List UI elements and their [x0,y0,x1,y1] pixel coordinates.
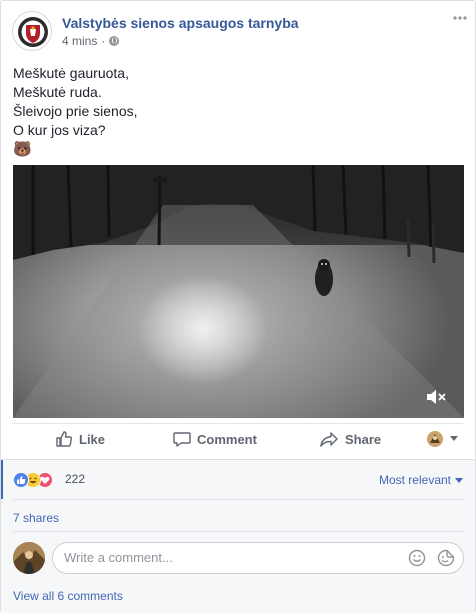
share-label: Share [345,431,382,447]
emoji-icon[interactable] [408,549,426,567]
speaker-muted-icon[interactable] [426,388,448,406]
share-button[interactable]: Share [319,430,381,448]
facebook-post: Valstybės sienos apsaugos tarnyba 4 mins… [0,0,476,613]
chevron-down-icon [450,436,458,441]
like-label: Like [79,431,106,447]
comment-button[interactable]: Comment [173,430,257,448]
action-bar: Like Comment Share [13,423,464,455]
comment-input[interactable] [64,550,394,565]
post-text-line: Šleivojo prie sienos, [13,103,138,119]
sort-label: Most relevant [378,473,451,487]
comment-box [52,542,464,574]
post-text-line: O kur jos viza? [13,122,106,138]
post-text: Meškutė gauruota, Meškutė ruda. Šleivojo… [13,64,465,160]
bear-emoji: 🐻 [13,141,32,158]
reactions-row: 222 Most relevant [13,470,465,490]
post-meta: 4 mins · [62,34,120,48]
more-dots-icon[interactable] [453,11,467,21]
comment-bubble-icon [173,432,191,447]
post-footer: 222 Most relevant 7 shares Write a comme… [1,459,475,613]
reaction-count[interactable]: 222 [65,472,85,486]
profile-thumbnail-icon [427,431,443,447]
post-text-line: Meškutė gauruota, [13,65,129,81]
video-frame [13,165,464,418]
post-as-selector[interactable] [426,430,458,448]
divider [13,499,465,500]
meta-separator: · [101,34,106,48]
focus-accent-bar [1,460,3,499]
like-reaction-icon[interactable] [13,472,29,488]
chevron-down-icon [455,477,463,483]
page-avatar[interactable] [12,11,52,51]
comment-label: Comment [197,431,257,447]
share-arrow-icon [320,432,338,447]
shares-link[interactable]: 7 shares [13,511,59,525]
globe-icon[interactable] [109,36,120,46]
view-all-comments-link[interactable]: View all 6 comments [13,589,123,603]
like-button[interactable]: Like [55,430,105,448]
post-video[interactable] [13,165,464,418]
page-name-link[interactable]: Valstybės sienos apsaugos tarnyba [62,15,299,31]
post-text-line: Meškutė ruda. [13,84,102,100]
sticker-icon[interactable] [437,549,455,567]
post-timestamp[interactable]: 4 mins [62,34,97,48]
divider [13,531,465,532]
thumbs-up-icon [56,431,73,447]
user-avatar[interactable] [13,542,45,574]
sort-comments-dropdown[interactable]: Most relevant [379,473,463,487]
post-header: Valstybės sienos apsaugos tarnyba 4 mins… [12,11,467,51]
